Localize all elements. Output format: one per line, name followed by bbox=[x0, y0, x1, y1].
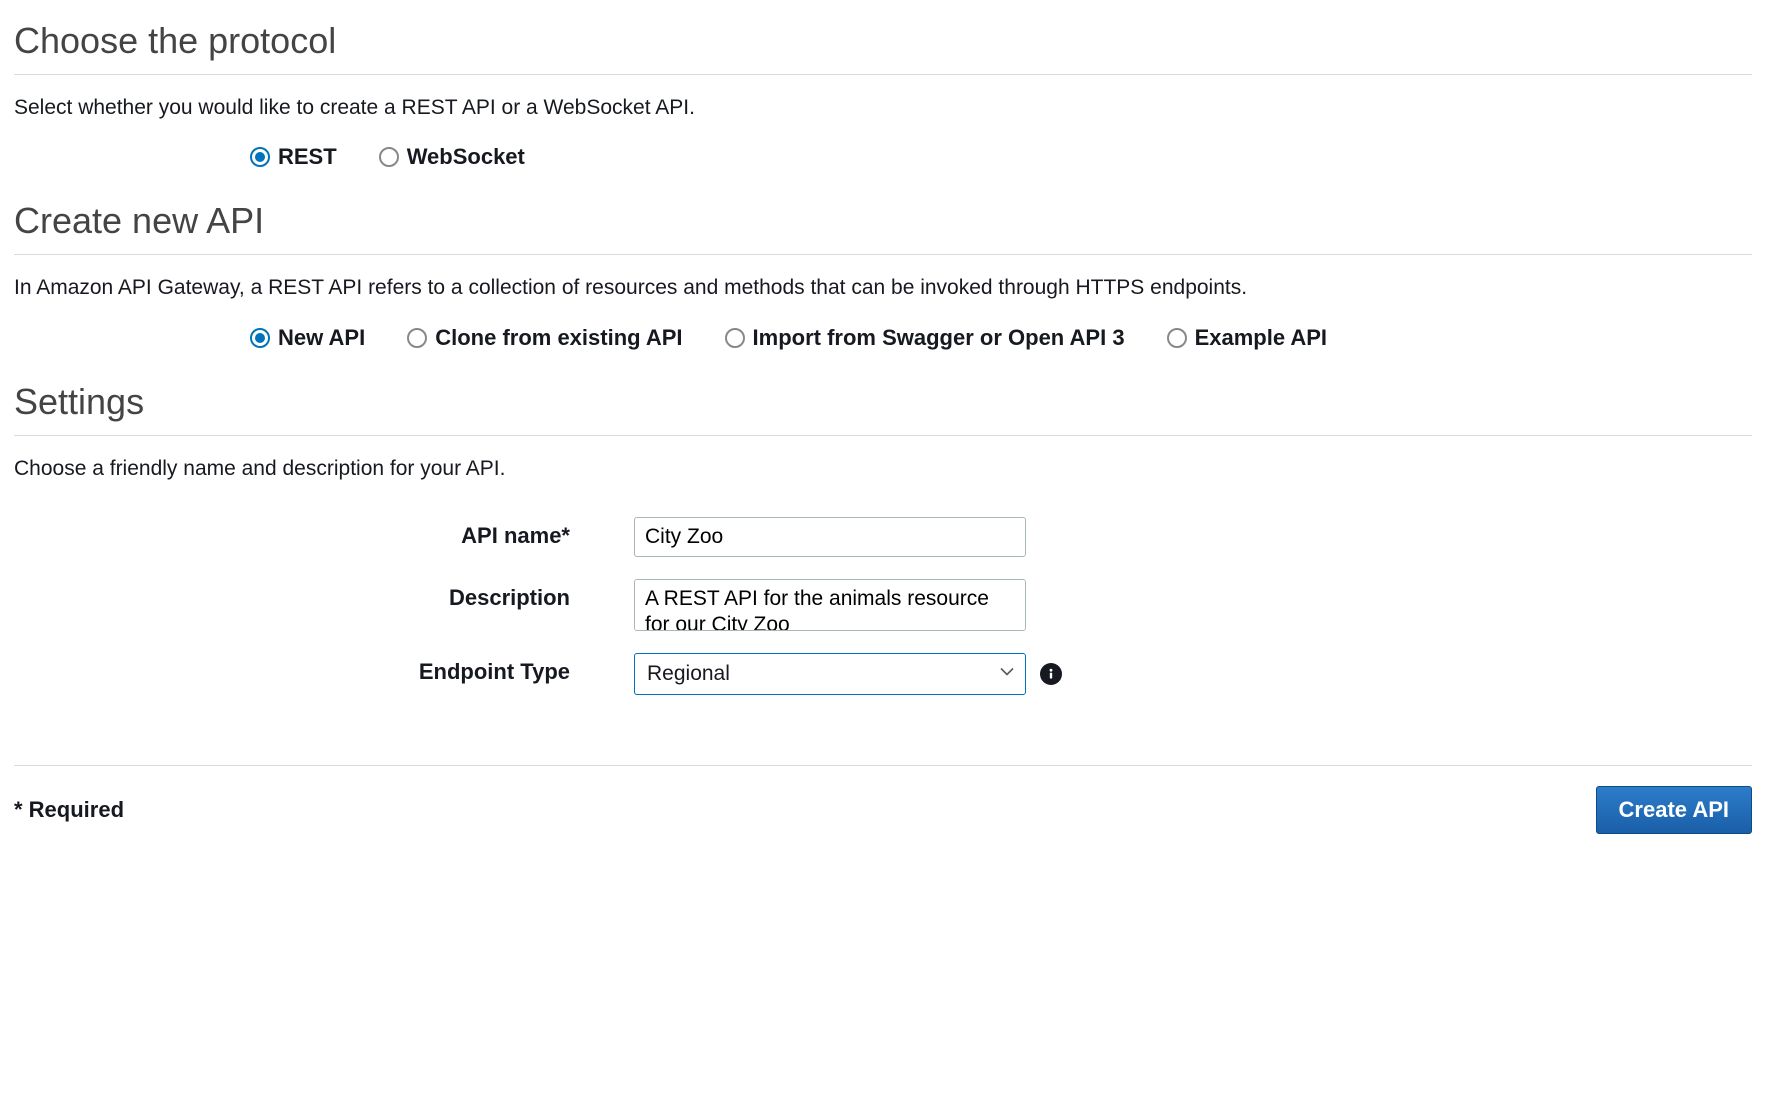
chevron-down-icon bbox=[999, 663, 1015, 686]
radio-clone-api[interactable]: Clone from existing API bbox=[407, 325, 682, 351]
section-title-protocol: Choose the protocol bbox=[14, 20, 1752, 75]
label-api-name: API name* bbox=[14, 517, 634, 549]
required-note: * Required bbox=[14, 797, 124, 823]
description-textarea[interactable] bbox=[634, 579, 1026, 631]
protocol-radio-group: REST WebSocket bbox=[14, 144, 1752, 170]
radio-icon bbox=[725, 328, 745, 348]
section-title-settings: Settings bbox=[14, 381, 1752, 436]
create-api-radio-group: New API Clone from existing API Import f… bbox=[14, 325, 1752, 351]
api-name-input[interactable] bbox=[634, 517, 1026, 557]
radio-import-api[interactable]: Import from Swagger or Open API 3 bbox=[725, 325, 1125, 351]
radio-icon bbox=[1167, 328, 1187, 348]
endpoint-type-select[interactable]: Regional bbox=[634, 653, 1026, 695]
radio-label: New API bbox=[278, 325, 365, 351]
radio-label: Clone from existing API bbox=[435, 325, 682, 351]
radio-websocket[interactable]: WebSocket bbox=[379, 144, 525, 170]
section-desc-protocol: Select whether you would like to create … bbox=[14, 93, 1752, 122]
radio-label: REST bbox=[278, 144, 337, 170]
radio-new-api[interactable]: New API bbox=[250, 325, 365, 351]
endpoint-type-value: Regional bbox=[647, 662, 730, 686]
section-title-create-api: Create new API bbox=[14, 200, 1752, 255]
radio-icon bbox=[250, 328, 270, 348]
radio-icon bbox=[379, 147, 399, 167]
info-icon[interactable] bbox=[1040, 663, 1062, 685]
radio-label: Example API bbox=[1195, 325, 1327, 351]
radio-label: Import from Swagger or Open API 3 bbox=[753, 325, 1125, 351]
radio-example-api[interactable]: Example API bbox=[1167, 325, 1327, 351]
footer-row: * Required Create API bbox=[14, 786, 1752, 834]
label-description: Description bbox=[14, 579, 634, 611]
settings-form: API name* Description Endpoint Type Regi… bbox=[14, 517, 1752, 695]
radio-icon bbox=[407, 328, 427, 348]
label-endpoint-type: Endpoint Type bbox=[14, 653, 634, 685]
footer-divider bbox=[14, 765, 1752, 766]
section-desc-settings: Choose a friendly name and description f… bbox=[14, 454, 1752, 483]
radio-label: WebSocket bbox=[407, 144, 525, 170]
radio-rest[interactable]: REST bbox=[250, 144, 337, 170]
section-desc-create-api: In Amazon API Gateway, a REST API refers… bbox=[14, 273, 1752, 302]
radio-icon bbox=[250, 147, 270, 167]
create-api-button[interactable]: Create API bbox=[1596, 786, 1752, 834]
